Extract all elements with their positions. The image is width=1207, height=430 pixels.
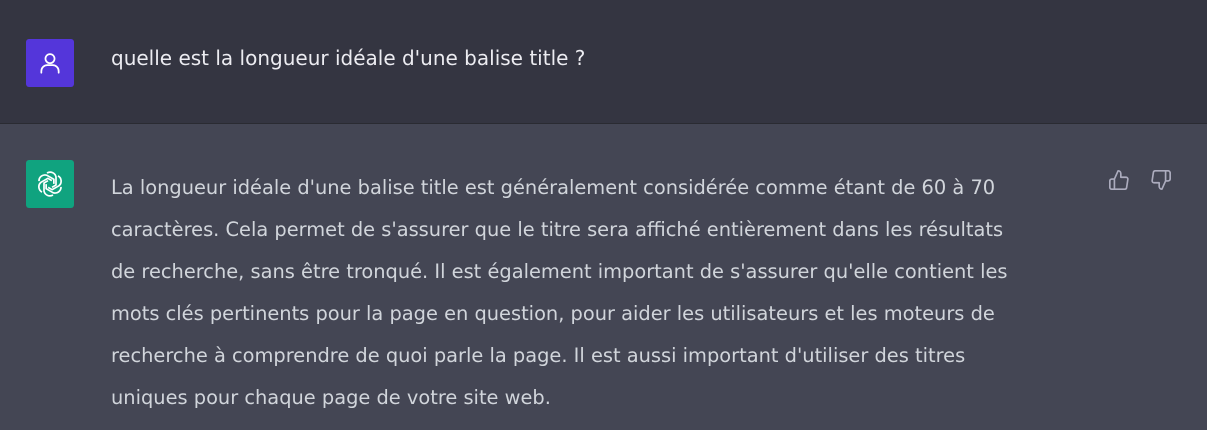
assistant-message-line: de recherche, sans être tronqué. Il est …	[111, 260, 1008, 283]
thumbs-up-button[interactable]	[1106, 167, 1132, 193]
assistant-message-line: caractères. Cela permet de s'assurer que…	[111, 218, 1004, 241]
thumbs-up-icon	[1109, 170, 1129, 190]
user-message-text: quelle est la longueur idéale d'une bali…	[111, 46, 586, 70]
user-avatar	[26, 39, 74, 87]
assistant-avatar	[26, 160, 74, 208]
thumbs-down-button[interactable]	[1148, 167, 1174, 193]
assistant-message-line: uniques pour chaque page de votre site w…	[111, 386, 551, 409]
assistant-message-row: La longueur idéale d'une balise title es…	[0, 124, 1207, 430]
assistant-message-text: La longueur idéale d'une balise title es…	[111, 167, 1081, 419]
thumbs-down-icon	[1151, 170, 1171, 190]
openai-logo-icon	[38, 171, 62, 197]
assistant-message-line: mots clés pertinents pour la page en que…	[111, 302, 995, 325]
user-icon	[40, 53, 60, 74]
assistant-message-line: recherche à comprendre de quoi parle la …	[111, 344, 966, 367]
user-message-row: quelle est la longueur idéale d'une bali…	[0, 0, 1207, 124]
assistant-message-line: La longueur idéale d'une balise title es…	[111, 176, 996, 199]
chat-page: quelle est la longueur idéale d'une bali…	[0, 0, 1207, 430]
